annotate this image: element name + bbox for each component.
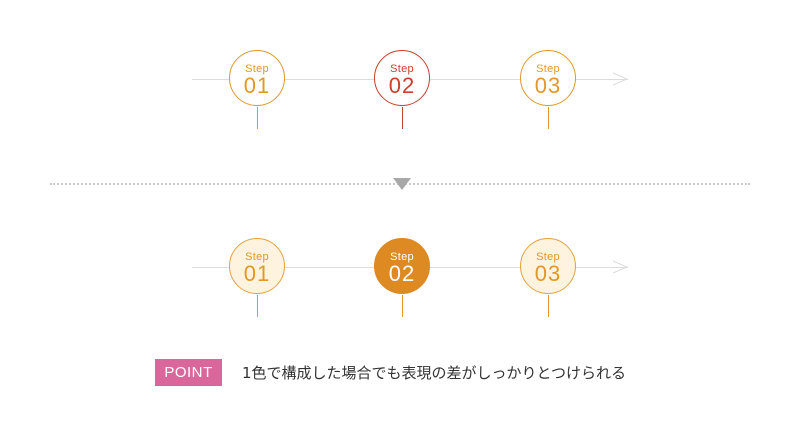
step-3-circle: Step 03 (520, 238, 576, 294)
step-1-number: 01 (243, 73, 271, 98)
step-2-stem (402, 107, 403, 129)
step-1-stem (257, 107, 258, 129)
step-flow-filled: Step 01 Step 02 Step 03 (0, 208, 800, 328)
track-arrow-icon (612, 72, 629, 86)
step-2-circle-active: Step 02 (374, 238, 430, 294)
step-flow-outline: Step 01 Step 02 Step 03 (0, 20, 800, 140)
step-1-circle: Step 01 (229, 238, 285, 294)
step-3-stem (548, 295, 549, 317)
step-1-circle: Step 01 (229, 50, 285, 106)
step-3-number: 03 (534, 73, 562, 98)
step-2-number: 02 (388, 261, 416, 286)
down-triangle-icon (393, 178, 411, 190)
step-1-stem (257, 295, 258, 317)
step-2-circle: Step 02 (374, 50, 430, 106)
point-description: 1色で構成した場合でも表現の差がしっかりとつけられる (242, 364, 626, 382)
step-1-number: 01 (243, 261, 271, 286)
track-arrow-icon (612, 260, 629, 274)
point-badge: POINT (155, 359, 222, 386)
step-3-number: 03 (534, 261, 562, 286)
step-3-circle: Step 03 (520, 50, 576, 106)
step-3-stem (548, 107, 549, 129)
step-2-stem (402, 295, 403, 317)
step-2-number: 02 (388, 73, 416, 98)
